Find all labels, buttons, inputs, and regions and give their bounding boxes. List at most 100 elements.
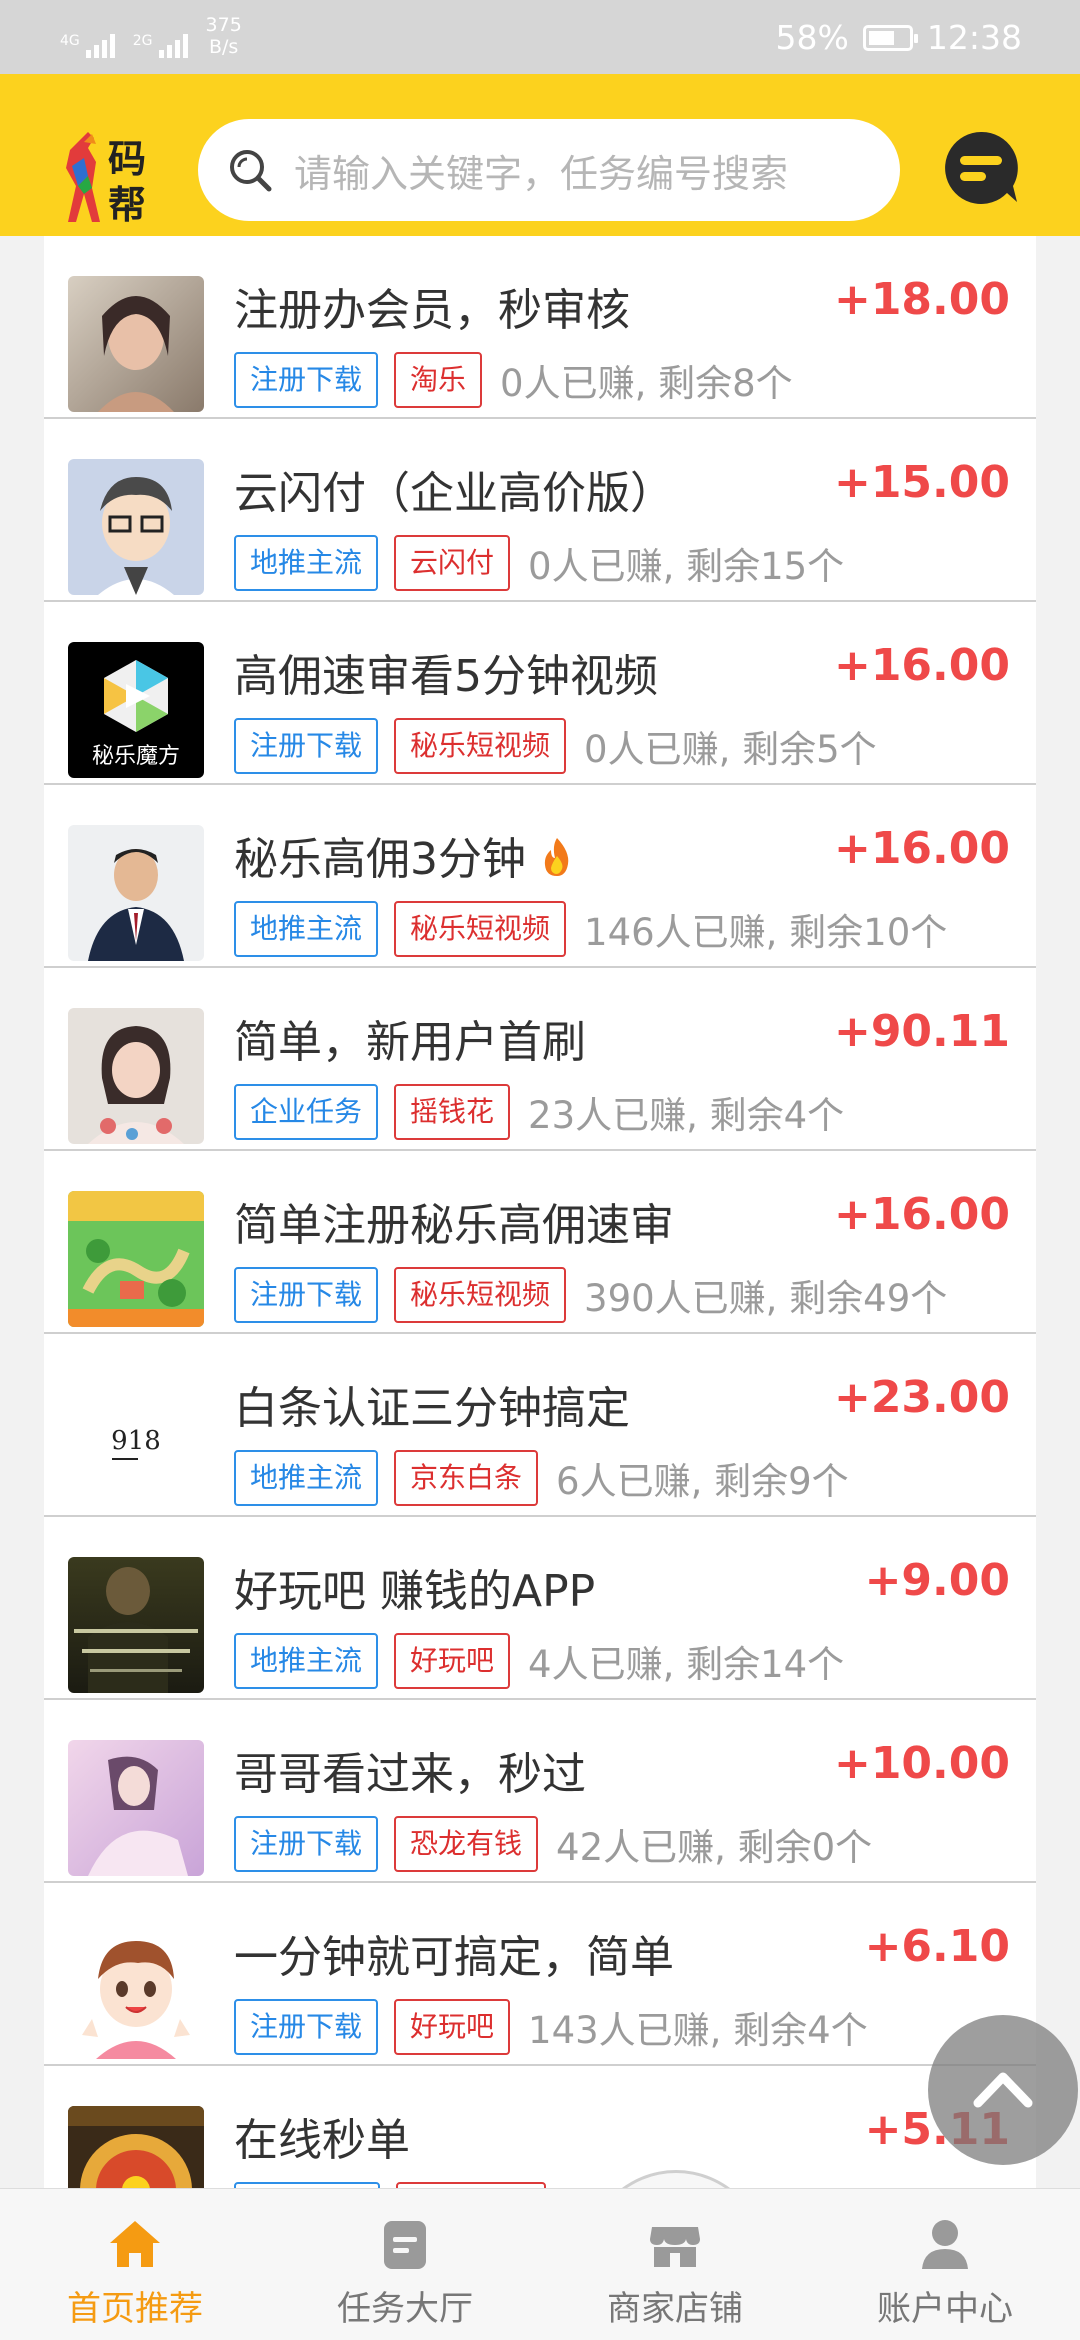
task-app-tag: 摇钱花 bbox=[394, 1084, 511, 1140]
task-app-tag: 秘乐短视频 bbox=[394, 718, 567, 774]
task-thumbnail bbox=[68, 1923, 204, 2059]
scroll-to-top-button[interactable] bbox=[928, 2015, 1078, 2165]
task-row[interactable]: 哥哥看过来，秒过 +10.00 注册下载 恐龙有钱 42人已赚, 剩余0个 bbox=[44, 1700, 1036, 1883]
task-row[interactable]: 一分钟就可搞定，简单 +6.10 注册下载 好玩吧 143人已赚, 剩余4个 bbox=[44, 1883, 1036, 2066]
task-count: 390人已赚, 剩余49个 bbox=[584, 1277, 948, 1320]
task-title: 秘乐高佣3分钟 bbox=[234, 823, 574, 889]
task-reward: +23.00 bbox=[833, 1372, 1010, 1423]
chevron-up-icon bbox=[973, 2072, 1033, 2108]
task-title: 高佣速审看5分钟视频 bbox=[234, 651, 658, 702]
task-row[interactable]: 918 白条认证三分钟搞定 +23.00 地推主流 京东白条 6人已赚, 剩余9… bbox=[44, 1334, 1036, 1517]
task-row[interactable]: 秘乐高佣3分钟 +16.00 地推主流 秘乐短视频 146人已赚, 剩余10个 bbox=[44, 785, 1036, 968]
task-count: 6人已赚, 剩余9个 bbox=[556, 1460, 849, 1503]
nav-label: 任务大厅 bbox=[337, 2289, 473, 2329]
app-logo: 码 帮 bbox=[66, 132, 146, 226]
task-thumbnail bbox=[68, 459, 204, 595]
task-count: 42人已赚, 剩余0个 bbox=[556, 1826, 873, 1869]
nav-item-account[interactable]: 账户中心 bbox=[810, 2189, 1080, 2340]
task-app-tag: 好玩吧 bbox=[394, 1999, 511, 2055]
task-reward: +6.10 bbox=[864, 1921, 1010, 1972]
task-row[interactable]: 简单注册秘乐高佣速审 +16.00 注册下载 秘乐短视频 390人已赚, 剩余4… bbox=[44, 1151, 1036, 1334]
nav-item-shop[interactable]: 商家店铺 bbox=[540, 2189, 810, 2340]
task-type-tag: 地推主流 bbox=[234, 1633, 379, 1689]
search-placeholder: 请输入关键字，任务编号搜索 bbox=[294, 151, 789, 196]
task-title: 好玩吧 赚钱的APP bbox=[234, 1566, 596, 1617]
signal-2g-icon: 2G bbox=[133, 34, 188, 58]
task-reward: +18.00 bbox=[833, 274, 1010, 325]
message-icon[interactable] bbox=[943, 130, 1019, 206]
nav-label: 账户中心 bbox=[877, 2289, 1013, 2329]
task-reward: +16.00 bbox=[833, 640, 1010, 691]
task-type-tag: 企业任务 bbox=[234, 1084, 379, 1140]
task-reward: +90.11 bbox=[833, 1006, 1010, 1057]
network-speed: 375 B/s bbox=[205, 14, 242, 58]
task-thumbnail bbox=[68, 1191, 204, 1327]
task-count: 146人已赚, 剩余10个 bbox=[584, 911, 948, 954]
task-app-tag: 淘乐 bbox=[394, 352, 483, 408]
task-thumbnail bbox=[68, 1557, 204, 1693]
task-title: 云闪付（企业高价版） bbox=[234, 468, 674, 519]
task-thumbnail bbox=[68, 1740, 204, 1876]
task-row[interactable]: 秘乐魔方 高佣速审看5分钟视频 +16.00 注册下载 秘乐短视频 0人已赚, … bbox=[44, 602, 1036, 785]
task-title: 在线秒单 bbox=[234, 2115, 410, 2166]
task-reward: +9.00 bbox=[864, 1555, 1010, 1606]
nav-label: 首页推荐 bbox=[67, 2289, 203, 2329]
nav-item-home[interactable]: 首页推荐 bbox=[0, 2189, 270, 2340]
battery-percent: 58% bbox=[775, 18, 849, 57]
task-thumbnail bbox=[68, 825, 204, 961]
task-type-tag: 地推主流 bbox=[234, 1450, 379, 1506]
task-title: 白条认证三分钟搞定 bbox=[234, 1383, 630, 1434]
task-reward: +16.00 bbox=[833, 1189, 1010, 1240]
task-type-tag: 地推主流 bbox=[234, 535, 379, 591]
task-count: 0人已赚, 剩余5个 bbox=[584, 728, 877, 771]
task-type-tag: 注册下载 bbox=[234, 352, 379, 408]
battery-icon bbox=[862, 24, 918, 51]
svg-text:码: 码 bbox=[108, 137, 146, 181]
task-app-tag: 秘乐短视频 bbox=[394, 901, 567, 957]
task-icon bbox=[384, 2221, 426, 2269]
user-icon bbox=[922, 2220, 968, 2269]
task-title: 注册办会员，秒审核 bbox=[234, 285, 630, 336]
task-title: 简单注册秘乐高佣速审 bbox=[234, 1200, 674, 1251]
task-thumbnail bbox=[68, 1008, 204, 1144]
task-app-tag: 秘乐短视频 bbox=[394, 1267, 567, 1323]
thumbnail-text: 秘乐魔方 bbox=[91, 744, 180, 769]
task-type-tag: 注册下载 bbox=[234, 1816, 379, 1872]
shop-icon bbox=[650, 2227, 700, 2267]
task-row[interactable]: 注册办会员，秒审核 +18.00 注册下载 淘乐 0人已赚, 剩余8个 bbox=[44, 236, 1036, 419]
search-icon bbox=[230, 150, 272, 192]
task-thumbnail: 918 bbox=[68, 1374, 204, 1510]
task-count: 0人已赚, 剩余15个 bbox=[528, 545, 845, 588]
task-type-tag: 注册下载 bbox=[234, 1267, 379, 1323]
task-app-tag: 京东白条 bbox=[394, 1450, 539, 1506]
search-input[interactable]: 请输入关键字，任务编号搜索 bbox=[198, 119, 900, 221]
task-type-tag: 注册下载 bbox=[234, 718, 379, 774]
task-count: 23人已赚, 剩余4个 bbox=[528, 1094, 845, 1137]
thumbnail-text: 918 bbox=[111, 1426, 161, 1456]
task-row[interactable]: 简单，新用户首刷 +90.11 企业任务 摇钱花 23人已赚, 剩余4个 bbox=[44, 968, 1036, 1151]
task-row[interactable]: 好玩吧 赚钱的APP +9.00 地推主流 好玩吧 4人已赚, 剩余14个 bbox=[44, 1517, 1036, 1700]
task-list[interactable]: 注册办会员，秒审核 +18.00 注册下载 淘乐 0人已赚, 剩余8个 云闪付（… bbox=[44, 236, 1036, 2188]
app-header: 码 帮 请输入关键字，任务编号搜索 bbox=[0, 74, 1080, 236]
nav-item-tasks[interactable]: 任务大厅 bbox=[270, 2189, 540, 2340]
signal-4g-icon: 4G bbox=[60, 34, 115, 58]
task-reward: +16.00 bbox=[833, 823, 1010, 874]
task-type-tag: 地推主流 bbox=[234, 901, 379, 957]
task-reward: +15.00 bbox=[833, 457, 1010, 508]
task-title: 哥哥看过来，秒过 bbox=[234, 1749, 586, 1800]
task-thumbnail: 秘乐魔方 bbox=[68, 642, 204, 778]
task-thumbnail bbox=[68, 276, 204, 412]
task-type-tag: 注册下载 bbox=[234, 1999, 379, 2055]
home-icon bbox=[110, 2221, 160, 2267]
fire-icon bbox=[540, 836, 574, 889]
clock: 12:38 bbox=[926, 18, 1022, 57]
task-app-tag: 好玩吧 bbox=[394, 1633, 511, 1689]
bottom-nav: 首页推荐 任务大厅 商家店铺 账户中心 bbox=[0, 2188, 1080, 2340]
svg-text:帮: 帮 bbox=[108, 183, 146, 226]
task-row[interactable]: 云闪付（企业高价版） +15.00 地推主流 云闪付 0人已赚, 剩余15个 bbox=[44, 419, 1036, 602]
status-bar: 4G 2G 375 B/s 58% 12:38 bbox=[0, 0, 1080, 74]
task-row[interactable]: 在线秒单 +5.11 bbox=[44, 2066, 1036, 2188]
task-count: 0人已赚, 剩余8个 bbox=[500, 362, 793, 405]
task-title: 简单，新用户首刷 bbox=[234, 1017, 586, 1068]
task-reward: +10.00 bbox=[833, 1738, 1010, 1789]
